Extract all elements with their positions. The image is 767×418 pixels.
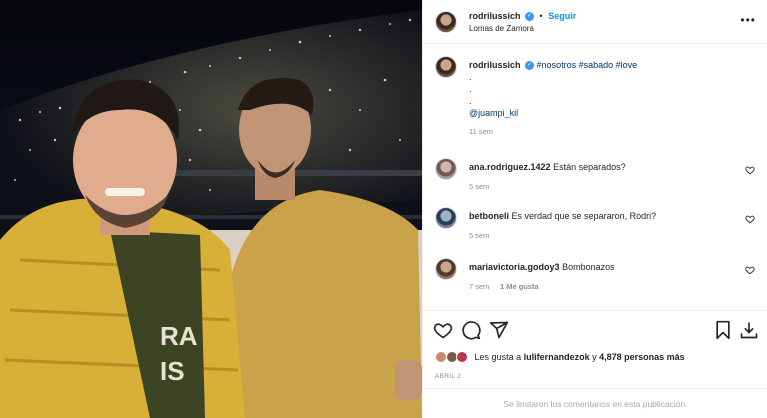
comment-icon[interactable] xyxy=(461,320,481,340)
verified-icon: ✓ xyxy=(525,12,535,22)
post-photo[interactable]: RA IS xyxy=(0,0,422,418)
caption-mention[interactable]: @juampi_kil xyxy=(469,107,759,119)
likes-prefix: Les gusta a xyxy=(474,352,524,362)
heart-icon[interactable] xyxy=(745,214,755,224)
comment-likes[interactable]: 1 Me gusta xyxy=(500,282,539,291)
likes-user[interactable]: lulifernandezok xyxy=(524,352,590,362)
caption-avatar[interactable] xyxy=(435,56,457,78)
comment-item: ana.rodriguez.1422 Están separados? 5 se… xyxy=(435,158,755,198)
comment-username[interactable]: betboneli xyxy=(469,211,509,221)
likes-middle: y xyxy=(589,352,600,362)
comment-text-line: betboneli Es verdad que se separaron, Ro… xyxy=(469,210,729,222)
follow-button[interactable]: Seguir xyxy=(548,11,576,21)
post-location[interactable]: Lomas de Zamora xyxy=(469,24,534,33)
header-username-line: rodrilussich ✓ • Seguir xyxy=(469,11,576,22)
heart-icon[interactable] xyxy=(433,320,453,340)
comments-limited-notice: Se limitaron los comentarios en esta pub… xyxy=(423,388,767,418)
bookmark-icon[interactable] xyxy=(713,320,733,340)
comment-avatar[interactable] xyxy=(435,258,457,280)
author-username[interactable]: rodrilussich xyxy=(469,11,521,21)
separator-dot: • xyxy=(539,11,543,21)
comment-username[interactable]: mariavictoria.godoy3 xyxy=(469,262,560,272)
heart-icon[interactable] xyxy=(745,265,755,275)
caption-time[interactable]: 11 sem xyxy=(469,127,493,136)
svg-text:IS: IS xyxy=(160,356,185,386)
comment-meta: 5 sem xyxy=(469,230,497,240)
comment-text: Es verdad que se separaron, Rodri? xyxy=(511,211,657,221)
comment-text-line: mariavictoria.godoy3 Bombonazos xyxy=(469,261,729,273)
post-sidebar: rodrilussich ✓ • Seguir Lomas de Zamora … xyxy=(422,0,767,418)
post-header: rodrilussich ✓ • Seguir Lomas de Zamora … xyxy=(423,0,767,44)
selfie-photo-illustration: RA IS xyxy=(0,0,422,418)
comment-text: Bombonazos xyxy=(562,262,615,272)
verified-icon: ✓ xyxy=(525,61,535,71)
share-icon[interactable] xyxy=(489,320,509,340)
comment-time[interactable]: 7 sem xyxy=(469,282,489,291)
download-icon[interactable] xyxy=(739,320,759,340)
liker-avatar xyxy=(456,351,469,363)
author-avatar[interactable] xyxy=(435,11,457,33)
svg-text:RA: RA xyxy=(160,321,198,351)
more-options-icon[interactable]: ••• xyxy=(740,13,756,27)
post-date[interactable]: ABRIL 2 xyxy=(435,373,461,380)
post-actions: Les gusta a lulifernandezok y 4,878 pers… xyxy=(423,310,767,392)
caption-dot-line: . xyxy=(469,84,472,94)
caption-body: rodrilussich ✓ #nosotros #sabado #love .… xyxy=(469,59,759,138)
comment-username[interactable]: ana.rodriguez.1422 xyxy=(469,162,551,172)
likes-count[interactable]: 4,878 personas más xyxy=(599,352,685,362)
caption-hashtags[interactable]: #nosotros #sabado #love xyxy=(537,60,638,70)
caption-username[interactable]: rodrilussich xyxy=(469,60,521,70)
comment-text: Están separados? xyxy=(553,162,626,172)
caption-dot-line: . xyxy=(469,72,472,82)
comment-meta: 7 sem 1 Me gusta xyxy=(469,281,547,291)
heart-icon[interactable] xyxy=(745,165,755,175)
comment-item: betboneli Es verdad que se separaron, Ro… xyxy=(435,207,755,247)
likes-text: Les gusta a lulifernandezok y 4,878 pers… xyxy=(475,352,685,362)
comment-time[interactable]: 5 sem xyxy=(469,231,489,240)
instagram-post: RA IS rodrilussich ✓ • Seguir Lomas de Z… xyxy=(0,0,767,418)
likes-summary: Les gusta a lulifernandezok y 4,878 pers… xyxy=(435,351,685,365)
caption-dot-line: . xyxy=(469,96,472,106)
comment-meta: 5 sem xyxy=(469,181,497,191)
comment-item: mariavictoria.godoy3 Bombonazos 7 sem 1 … xyxy=(435,258,755,298)
comment-text-line: ana.rodriguez.1422 Están separados? xyxy=(469,161,729,173)
comment-avatar[interactable] xyxy=(435,158,457,180)
comment-avatar[interactable] xyxy=(435,207,457,229)
comment-time[interactable]: 5 sem xyxy=(469,182,489,191)
